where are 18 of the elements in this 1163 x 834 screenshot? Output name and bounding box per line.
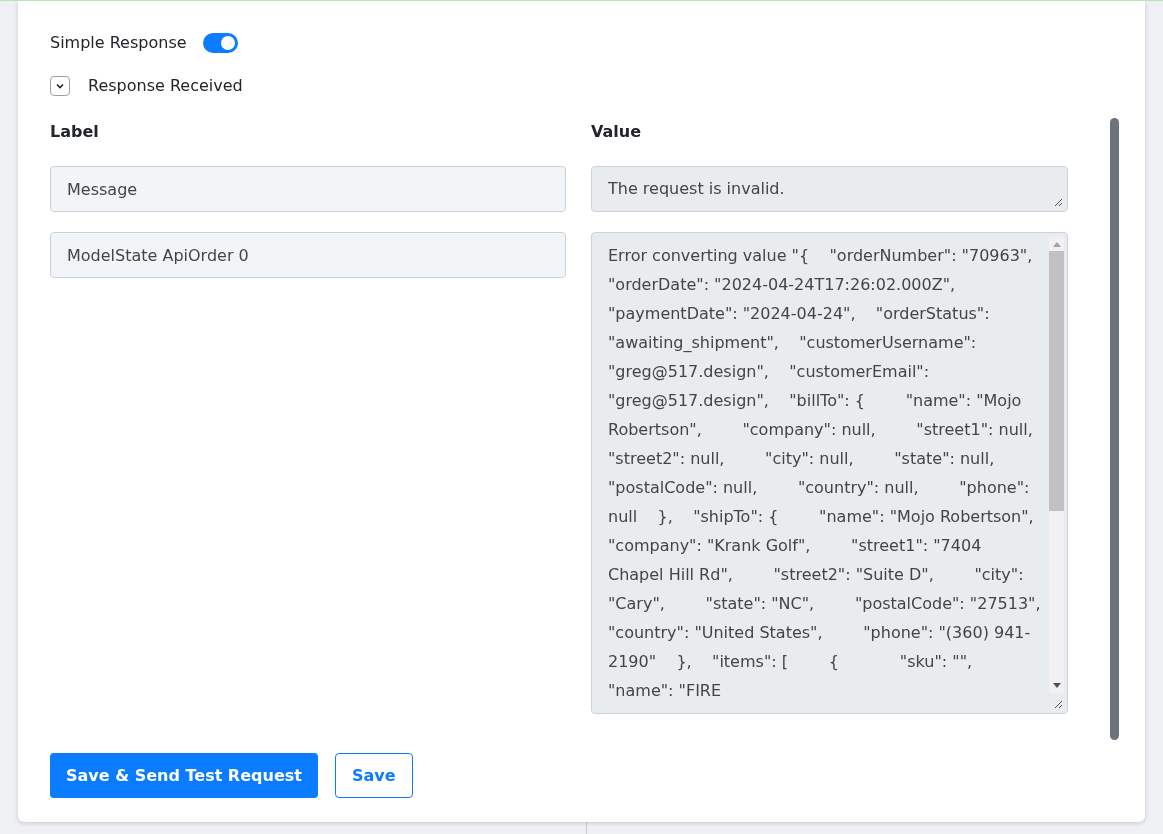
column-header: Value [591, 122, 642, 141]
resize-grip-icon[interactable] [1054, 700, 1063, 709]
label-field[interactable]: Message [50, 166, 566, 212]
scrollbar[interactable] [1049, 237, 1064, 693]
save-button[interactable]: Save [334, 753, 413, 798]
chevron-down-icon [55, 81, 65, 91]
label-field[interactable]: ModelState ApiOrder 0 [50, 232, 566, 278]
send-request-button[interactable]: Save & Send Test Request [50, 753, 318, 798]
column-header: Label [50, 121, 100, 143]
toggle-switch[interactable] [202, 33, 238, 53]
section-title: Response Received [88, 75, 243, 97]
scroll-down-icon[interactable] [1052, 683, 1061, 689]
value-field[interactable]: Error converting value "{ "orderNumber": "70963", "orderDate": "2024-04-24T17:26:02.000Z", "paymentDate": "2024-04-24", "orderStatus": "awaiting_shipment", "customerUsername": "greg@517.design", "customerEmail": "greg@517.design", "billTo": { "name": "Mojo Robertson", "company": null, "street1": null, "street2": null, "city": null, "state": null, "postalCode": null, "country": null, "phone": null }, "shipTo": { "name": "Mojo Robertson", "company": "Krank Golf", "street1": "7404 Chapel Hill Rd", "street2": "Suite D", "city": "Cary", "state": "NC", "postalCode": "27513", "country": "United States", "phone": "(360) 941-2190" }, "items": [ { "sku": "", "name": "FIRE [591, 232, 1068, 714]
value-field[interactable]: The request is invalid. [591, 166, 1068, 212]
collapse-toggle[interactable] [50, 76, 70, 96]
page-scrollbar[interactable] [1110, 118, 1119, 740]
resize-grip-icon[interactable] [1054, 198, 1063, 207]
toggle-label: Simple Response [50, 32, 187, 54]
